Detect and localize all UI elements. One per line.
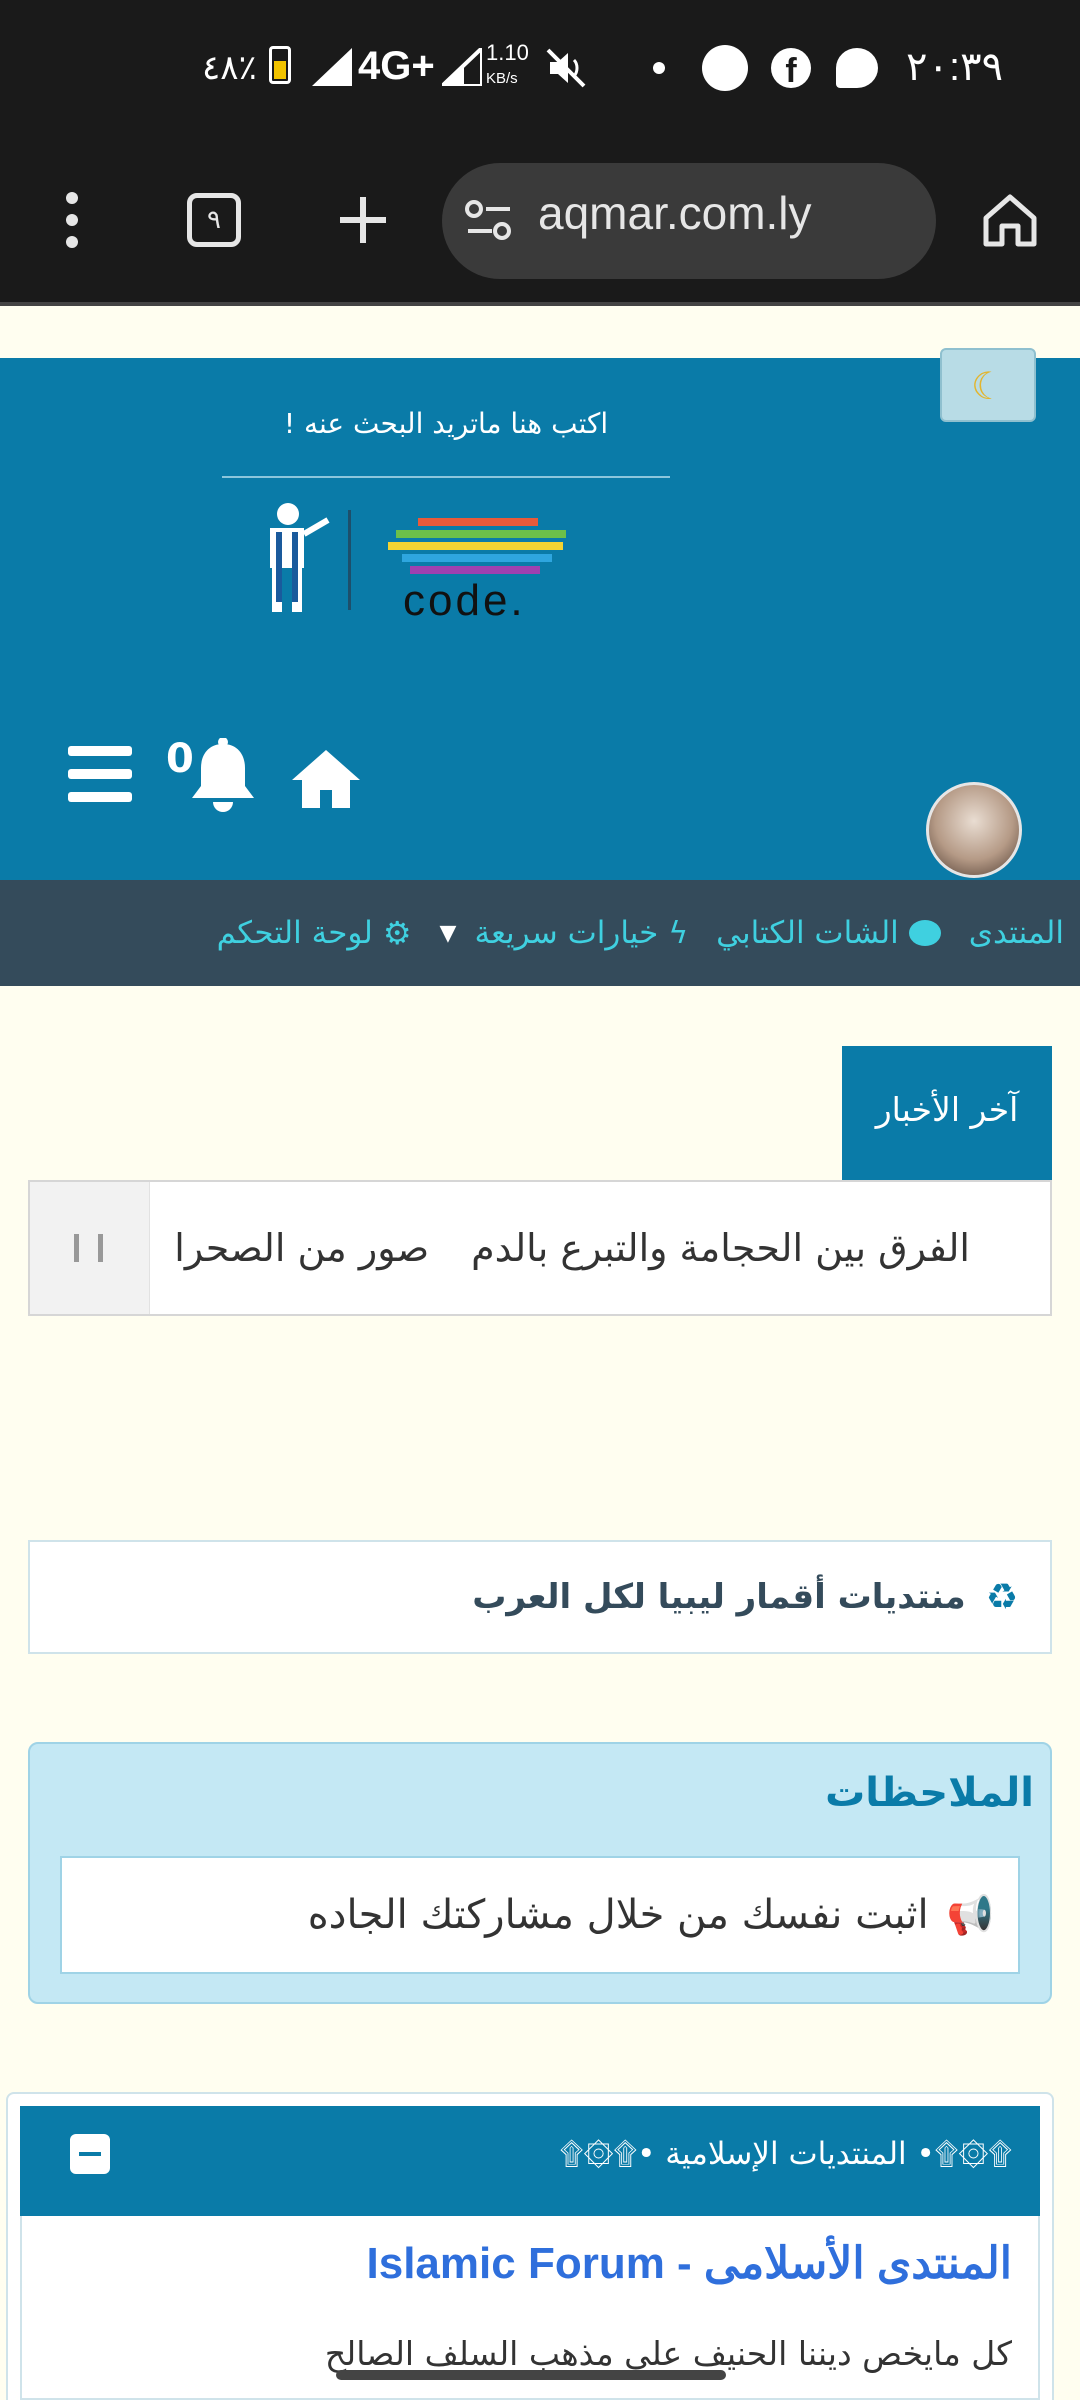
logo-divider — [348, 510, 351, 610]
nav-item-forum[interactable]: المنتدى — [969, 915, 1064, 951]
ticker-pause-button[interactable] — [30, 1182, 150, 1314]
forum-description: كل مايخص ديننا الحنيف على مذهب السلف الص… — [324, 2334, 1012, 2373]
notes-heading: الملاحظات — [825, 1770, 1034, 1816]
browser-menu-icon[interactable] — [62, 190, 82, 250]
facebook-icon: f — [771, 48, 811, 90]
nav-item-quick-options[interactable]: ϟ خيارات سريعة ▼ — [440, 915, 689, 951]
status-bar: ٤٨٪ 4G+ 1.10 KB/s f ٢٠:٣٩ — [0, 0, 1080, 140]
banner-title: منتديات أقمار ليبيا لكل العرب — [472, 1577, 966, 1617]
home-icon[interactable] — [290, 748, 362, 810]
nav-item-chat[interactable]: الشات الكتابي — [716, 915, 941, 951]
notes-box: 📢 اثبت نفسك من خلال مشاركتك الجاده — [60, 1856, 1020, 1974]
dark-mode-toggle[interactable]: ☾ — [940, 348, 1036, 422]
category-header: ۩۞۩• المنتديات الإسلامية •۩۞۩ — [20, 2106, 1040, 2216]
site-settings-icon[interactable] — [464, 197, 514, 243]
navbar-items: المنتدى الشات الكتابي ϟ خيارات سريعة ▼ ⚙… — [0, 880, 1080, 986]
signal-icon — [312, 48, 352, 86]
bolt-icon: ϟ — [668, 915, 689, 951]
speed-value: 1.10 — [486, 40, 529, 65]
notes-panel: الملاحظات 📢 اثبت نفسك من خلال مشاركتك ال… — [28, 1742, 1052, 2004]
network-type: 4G+ — [358, 44, 435, 88]
search-input[interactable]: اكتب هنا ماتريد البحث عنه ! — [222, 402, 670, 478]
dropdown-caret-icon: ▼ — [439, 920, 457, 946]
code-stripes-icon — [388, 518, 568, 578]
site-logo[interactable]: code. — [248, 500, 608, 630]
ticker-item[interactable]: الفرق بين الحجامة والتبرع بالدم — [471, 1226, 970, 1270]
clock: ٢٠:٣٩ — [906, 45, 1004, 89]
hamburger-menu-icon[interactable] — [68, 746, 132, 802]
messenger-icon — [836, 48, 878, 88]
battery-icon — [269, 46, 291, 84]
notes-text: اثبت نفسك من خلال مشاركتك الجاده — [307, 1892, 929, 1938]
new-tab-icon[interactable] — [336, 193, 390, 247]
gears-icon: ⚙ — [382, 914, 412, 952]
mute-icon — [546, 48, 586, 88]
signal-2-icon — [442, 48, 482, 86]
url-text: aqmar.com.ly — [538, 187, 812, 239]
battery-text: ٤٨٪ — [202, 49, 257, 87]
collapse-button[interactable] — [70, 2134, 110, 2174]
circle-notification-icon — [702, 45, 748, 91]
ticker-item[interactable]: صور من الصحرا — [174, 1226, 429, 1270]
nav-item-control-panel[interactable]: ⚙ لوحة التحكم — [217, 914, 412, 952]
bell-icon[interactable] — [186, 738, 260, 816]
latest-news-tab[interactable]: آخر الأخبار — [842, 1046, 1052, 1180]
chat-bubble-icon — [908, 920, 941, 946]
category-title: ۩۞۩• المنتديات الإسلامية •۩۞۩ — [559, 2136, 1012, 2172]
home-browser-icon[interactable] — [982, 192, 1038, 248]
nav-chat-label: الشات الكتابي — [716, 915, 899, 951]
speed-unit: KB/s — [486, 70, 518, 87]
nav-control-label: لوحة التحكم — [216, 915, 373, 951]
news-ticker: الفرق بين الحجامة والتبرع بالدم صور من ا… — [28, 1180, 1052, 1316]
megaphone-icon: 📢 — [946, 1892, 994, 1937]
tab-switcher-button[interactable]: ٩ — [187, 193, 241, 247]
ticker-track: الفرق بين الحجامة والتبرع بالدم صور من ا… — [174, 1182, 970, 1314]
forum-title-link[interactable]: المنتدى الأسلامى - Islamic Forum — [367, 2238, 1012, 2289]
site-title-banner: ♻ منتديات أقمار ليبيا لكل العرب — [28, 1540, 1052, 1654]
banner-content: ♻ منتديات أقمار ليبيا لكل العرب — [472, 1542, 1018, 1652]
worker-logo-icon — [270, 503, 330, 612]
recycle-icon: ♻ — [985, 1576, 1018, 1618]
logo-text: code. — [403, 576, 526, 625]
divider — [0, 302, 1080, 306]
dot-icon — [653, 62, 665, 74]
user-avatar[interactable] — [926, 782, 1022, 878]
nav-quick-label: خيارات سريعة — [474, 915, 659, 951]
notes-content: 📢 اثبت نفسك من خلال مشاركتك الجاده — [308, 1858, 994, 1972]
gesture-bar — [336, 2370, 726, 2380]
